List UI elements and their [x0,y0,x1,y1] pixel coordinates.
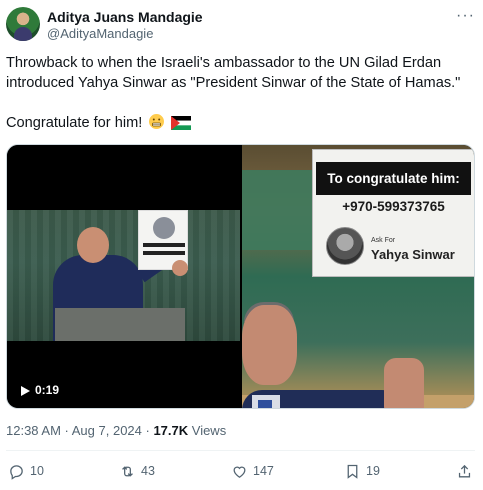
play-icon[interactable] [19,385,31,397]
divider [6,450,475,451]
reply-button[interactable]: 10 [8,460,44,482]
image-sign-photo[interactable]: To congratulate him: +970-599373765 Ask … [242,145,474,408]
tweet-text: Throwback to when the Israeli's ambassad… [6,53,476,136]
reply-icon [10,464,23,480]
tweet-paragraph-2-text: Congratulate for him! [6,115,143,131]
avatar[interactable] [6,7,40,41]
sign-banner: To congratulate him: [316,162,471,195]
author-name[interactable]: Aditya Juans Mandagie [47,9,203,25]
views-count: 17.7K [153,423,189,438]
video-frame-speaker [7,210,240,341]
repost-count: 43 [141,464,155,478]
sign-phone: +970-599373765 [342,199,445,214]
share-icon [458,464,471,477]
author-handle[interactable]: @AdityaMandagie [47,26,153,41]
share-button[interactable] [456,460,473,482]
video-duration: 0:19 [35,383,60,397]
grimace-face-emoji [148,113,165,136]
repost-button[interactable]: 43 [119,460,155,482]
tweet-meta: 12:38 AM · Aug 7, 2024 · 17.7K Views [6,423,226,438]
reply-count: 10 [30,464,44,478]
bookmark-button[interactable]: 19 [344,460,380,482]
bookmark-icon [347,464,358,479]
media-container[interactable]: 0:19 To congratulate him: +970-599373765… [6,144,475,409]
sign-name: Yahya Sinwar [371,247,455,262]
timestamp[interactable]: 12:38 AM · Aug 7, 2024 · [6,423,153,438]
heart-icon [233,466,246,478]
tweet-paragraph-1: Throwback to when the Israeli's ambassad… [6,55,461,91]
bookmark-count: 19 [366,464,380,478]
tweet-paragraph-2: Congratulate for him! [6,113,476,136]
congratulate-sign: To congratulate him: +970-599373765 Ask … [312,149,474,277]
like-count: 147 [253,464,274,478]
palestine-flag-emoji [171,116,192,136]
repost-icon [122,465,133,477]
sign-ask-for: Ask For [371,237,396,244]
sign-portrait [326,227,364,265]
views-label: Views [188,423,227,438]
tweet-header: Aditya Juans Mandagie @AdityaMandagie ··… [6,7,475,47]
like-button[interactable]: 147 [231,460,274,482]
video-player[interactable]: 0:19 [7,145,240,408]
ellipsis-icon[interactable]: ··· [456,7,475,25]
action-bar: 10 43 147 19 [6,460,475,482]
